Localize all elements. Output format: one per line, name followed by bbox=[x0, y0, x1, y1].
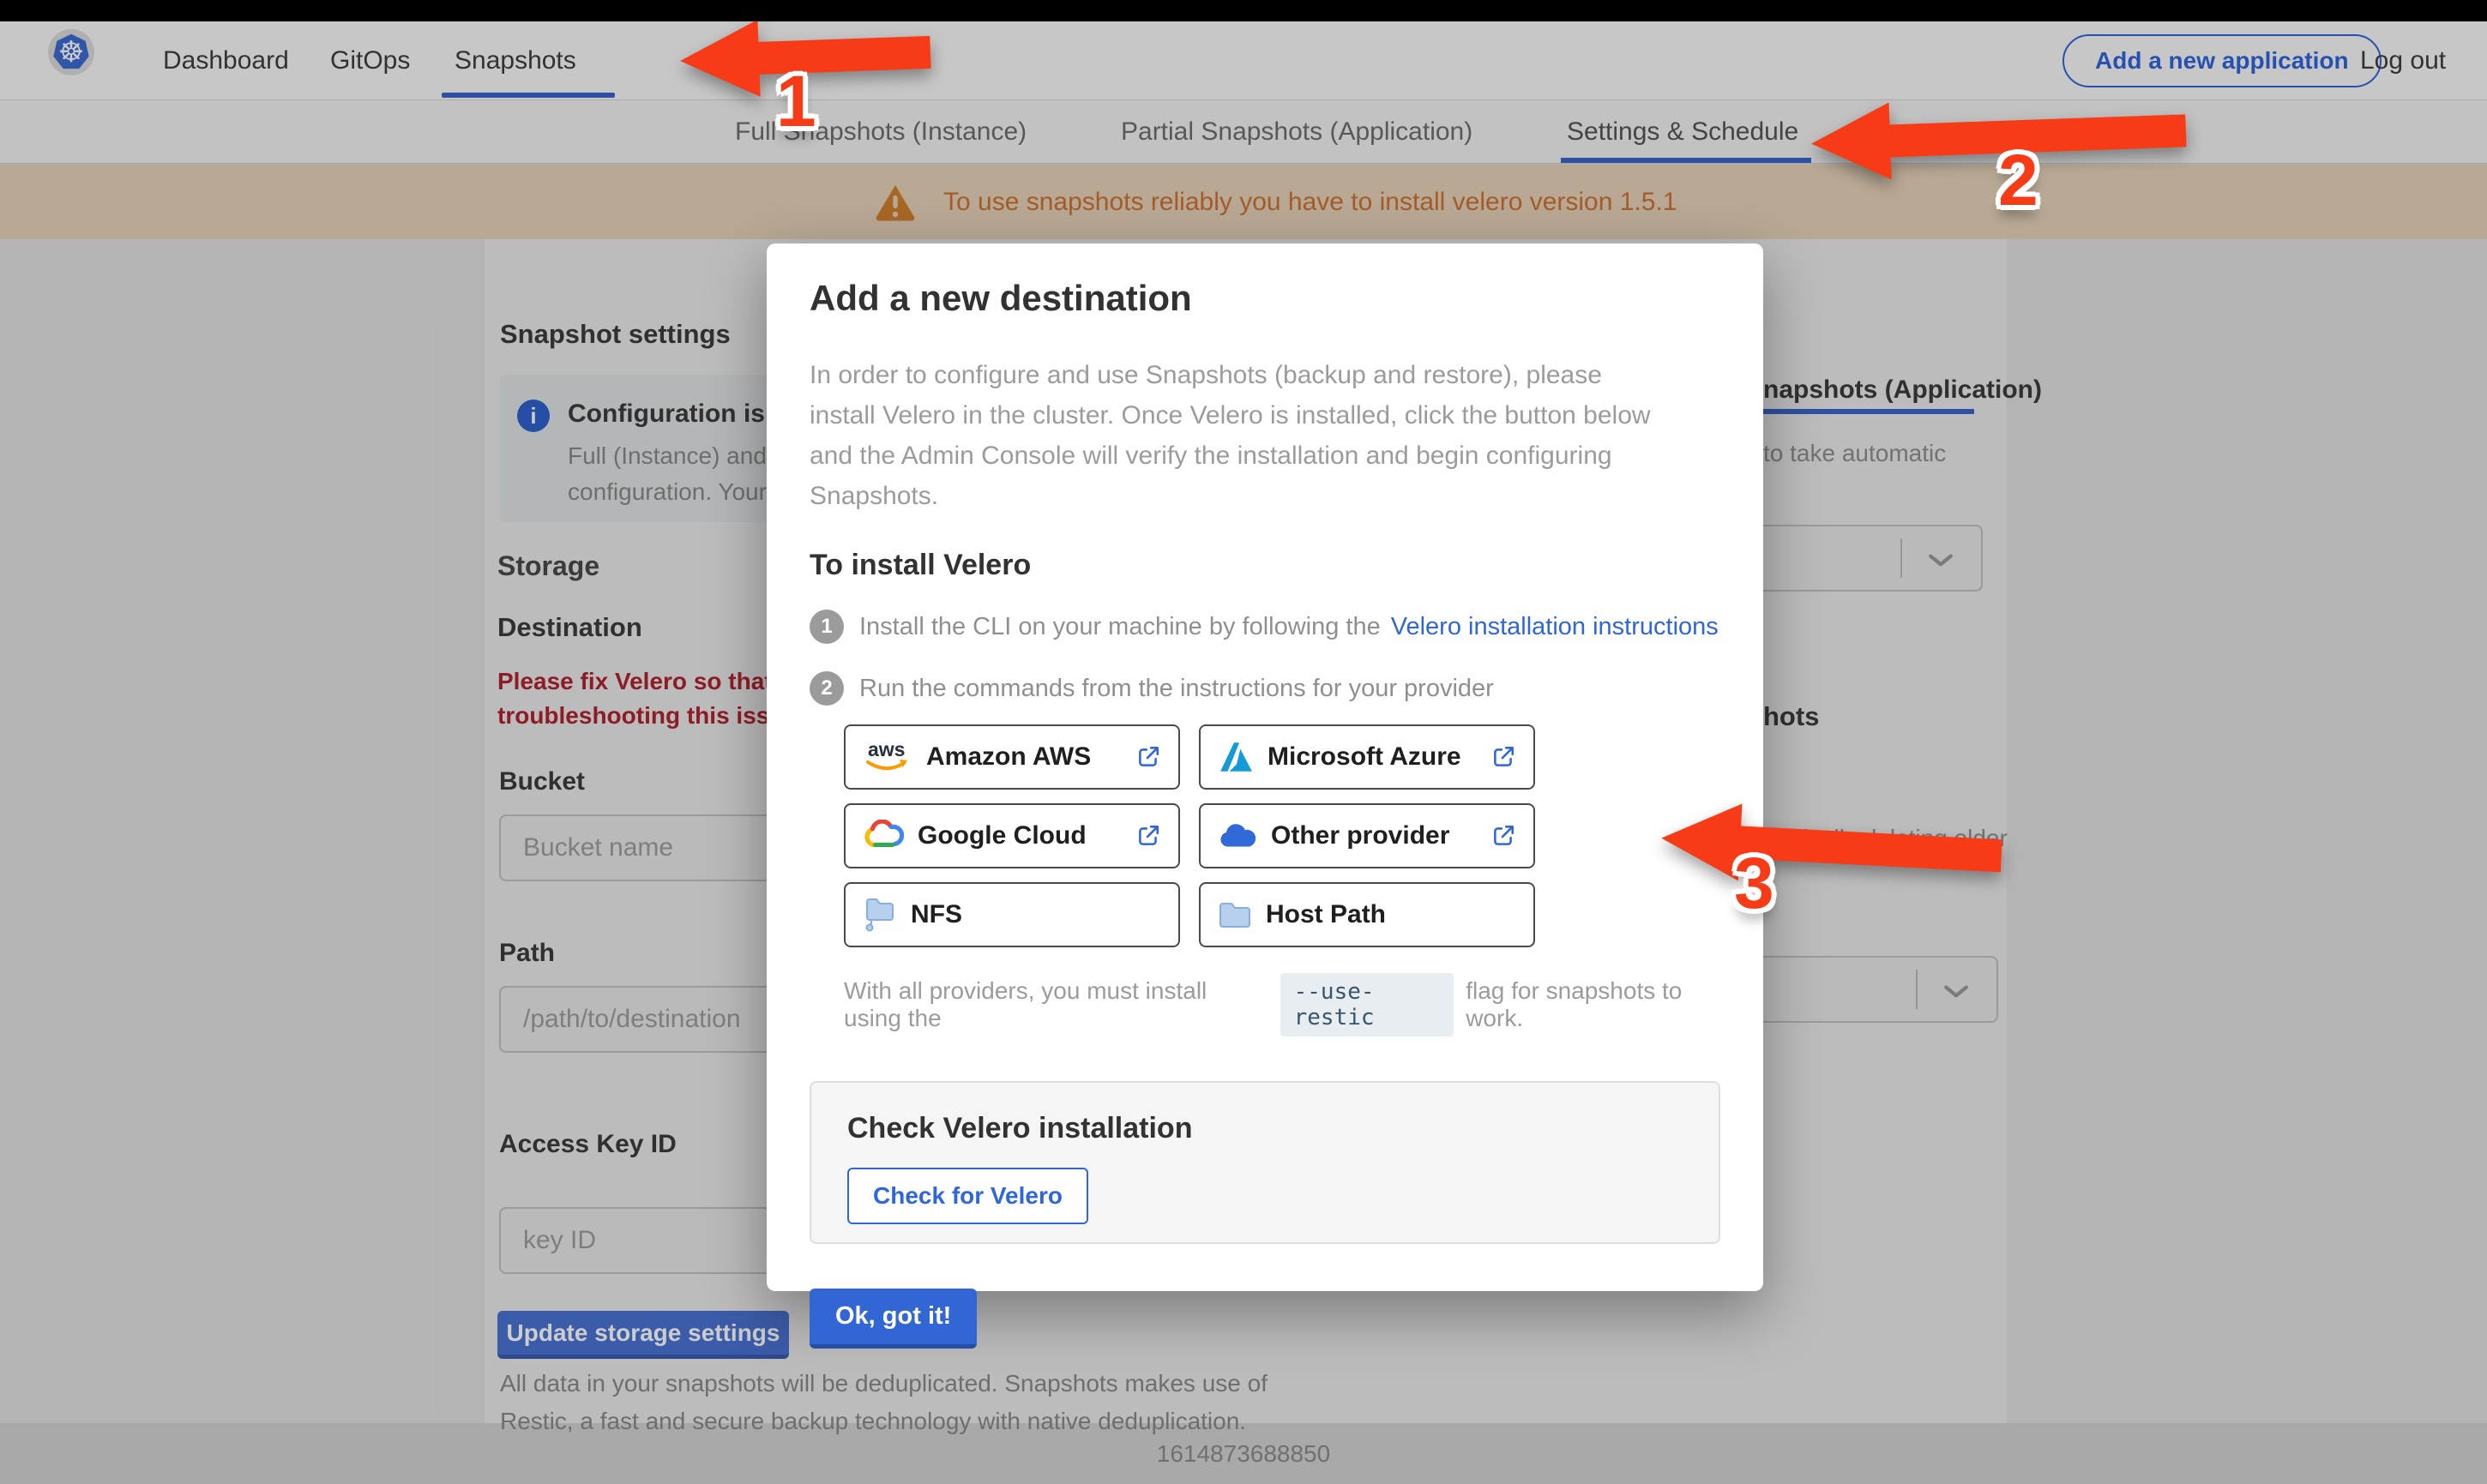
annotation-number-1: 1 bbox=[776, 61, 816, 141]
external-link-icon bbox=[1135, 823, 1161, 849]
step-1-text: Install the CLI on your machine by follo… bbox=[859, 612, 1381, 640]
external-link-icon bbox=[1135, 744, 1161, 770]
provider-host-path[interactable]: Host Path bbox=[1199, 882, 1535, 947]
step-2-badge: 2 bbox=[810, 671, 844, 706]
provider-nfs[interactable]: NFS bbox=[844, 882, 1180, 947]
folder-network-icon bbox=[865, 898, 894, 932]
add-destination-modal: Add a new destination In order to config… bbox=[767, 243, 1763, 1349]
provider-other[interactable]: Other provider bbox=[1199, 803, 1535, 868]
modal-description: In order to configure and use Snapshots … bbox=[810, 361, 1651, 510]
aws-icon: aws bbox=[866, 738, 907, 771]
annotation-number-3: 3 bbox=[1734, 843, 1774, 923]
velero-instructions-link[interactable]: Velero installation instructions bbox=[1391, 613, 1719, 641]
restic-note: With all providers, you must install usi… bbox=[844, 973, 1720, 1036]
install-step-1: 1 Install the CLI on your machine by fol… bbox=[810, 610, 1720, 644]
provider-amazon-aws[interactable]: aws Amazon AWS bbox=[844, 724, 1180, 790]
external-link-icon bbox=[1490, 823, 1516, 849]
check-velero-panel: Check Velero installation Check for Vele… bbox=[810, 1081, 1720, 1244]
ok-got-it-button[interactable]: Ok, got it! bbox=[810, 1289, 978, 1349]
provider-google-cloud[interactable]: Google Cloud bbox=[844, 803, 1180, 868]
external-link-icon bbox=[1490, 744, 1516, 770]
provider-grid: aws Amazon AWS Microsoft Azure Google Cl… bbox=[844, 724, 1720, 947]
check-for-velero-button[interactable]: Check for Velero bbox=[847, 1168, 1088, 1224]
azure-icon bbox=[1220, 742, 1252, 772]
use-restic-flag-chip: --use-restic bbox=[1280, 973, 1454, 1036]
modal-title: Add a new destination bbox=[810, 278, 1192, 318]
google-cloud-icon bbox=[864, 820, 904, 848]
install-step-2: 2 Run the commands from the instructions… bbox=[810, 671, 1720, 706]
install-velero-heading: To install Velero bbox=[810, 549, 1032, 581]
annotation-number-2: 2 bbox=[1998, 140, 2038, 220]
provider-microsoft-azure[interactable]: Microsoft Azure bbox=[1199, 724, 1535, 790]
step-1-badge: 1 bbox=[810, 610, 844, 644]
screen-top-strip bbox=[0, 0, 2487, 21]
cloud-icon bbox=[1220, 824, 1256, 847]
svg-text:aws: aws bbox=[868, 738, 905, 760]
check-velero-heading: Check Velero installation bbox=[847, 1112, 1193, 1145]
folder-icon bbox=[1219, 903, 1250, 928]
step-2-text: Run the commands from the instructions f… bbox=[859, 674, 1494, 702]
